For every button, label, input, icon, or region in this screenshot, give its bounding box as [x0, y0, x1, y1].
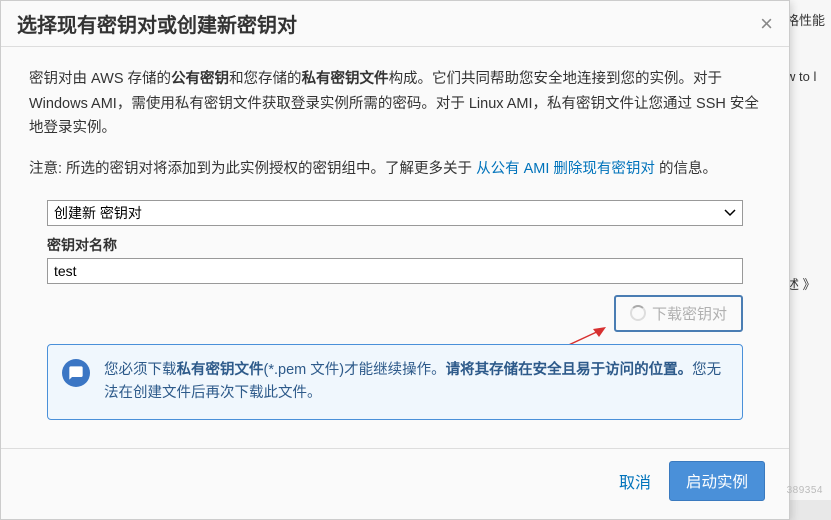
dialog-body: 密钥对由 AWS 存储的公有密钥和您存储的私有密钥文件构成。它们共同帮助您安全地… — [1, 47, 789, 448]
keypair-name-row — [29, 258, 761, 285]
dialog-title-text: 选择现有密钥对或创建新密钥对 — [17, 9, 297, 38]
bg-text-1: 格性能 — [786, 10, 826, 29]
download-button-label: 下载密钥对 — [652, 303, 727, 324]
launch-instance-button[interactable]: 启动实例 — [669, 461, 765, 501]
remove-keypair-link[interactable]: 从公有 AMI 删除现有密钥对 — [476, 161, 655, 177]
close-icon[interactable]: × — [760, 11, 773, 37]
dialog-footer: 取消 启动实例 — [1, 448, 789, 519]
loading-spinner-icon — [630, 305, 646, 321]
download-keypair-button[interactable]: 下载密钥对 — [614, 295, 743, 332]
keypair-dialog: 选择现有密钥对或创建新密钥对 × 密钥对由 AWS 存储的公有密钥和您存储的私有… — [0, 0, 790, 520]
keypair-option-row: 创建新 密钥对 — [29, 200, 761, 227]
speech-bubble-icon — [62, 359, 90, 387]
dialog-header: 选择现有密钥对或创建新密钥对 × — [1, 1, 789, 47]
watermark-text: 389354 — [787, 485, 823, 496]
bg-text-3: 述 》 — [786, 274, 826, 293]
download-row: 下载密钥对 — [47, 295, 743, 332]
keypair-option-select[interactable]: 创建新 密钥对 — [47, 200, 743, 226]
cancel-button[interactable]: 取消 — [615, 463, 655, 499]
note-paragraph: 注意: 所选的密钥对将添加到为此实例授权的密钥组中。了解更多关于 从公有 AMI… — [29, 157, 761, 182]
bg-text-2: w to l — [786, 69, 826, 84]
keypair-name-input[interactable] — [47, 258, 743, 284]
download-warning-notice: 您必须下载私有密钥文件(*.pem 文件)才能继续操作。请将其存储在安全且易于访… — [47, 344, 743, 420]
keypair-name-label: 密钥对名称 — [29, 234, 761, 258]
description-paragraph: 密钥对由 AWS 存储的公有密钥和您存储的私有密钥文件构成。它们共同帮助您安全地… — [29, 67, 761, 141]
